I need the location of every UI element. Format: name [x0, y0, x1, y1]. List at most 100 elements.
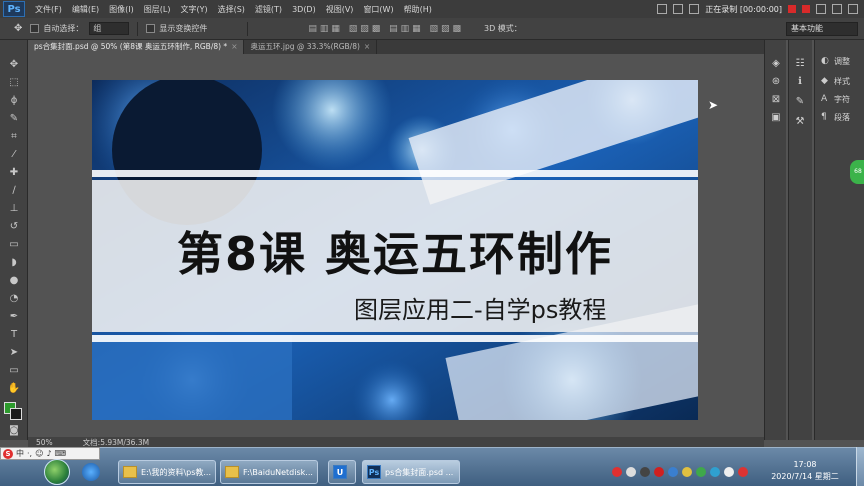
channels-icon[interactable]: ⊛ [770, 76, 782, 88]
panel-adjust[interactable]: ◐ 调整 [821, 56, 850, 67]
paths-icon[interactable]: ⊠ [770, 94, 782, 106]
zoom-level[interactable]: 50% [36, 438, 53, 447]
tab-label: ps合集封面.psd @ 50% (第8课 奥运五环制作, RGB/8) * [34, 42, 228, 51]
panel-paragraph[interactable]: ¶ 段落 [821, 112, 850, 123]
move-tool-icon[interactable]: ✥ [7, 58, 21, 72]
network-icon[interactable] [626, 467, 636, 477]
stop-tray-icon[interactable] [654, 467, 664, 477]
panel-styles[interactable]: ◆ 样式 [821, 76, 850, 87]
volume-icon[interactable] [724, 467, 734, 477]
pen-icon[interactable] [832, 4, 842, 14]
status-bar: 50% 文档:5.93M/36.3M [28, 437, 764, 447]
taskbar-item-photoshop[interactable]: Ps ps合集封面.psd ... [362, 460, 460, 484]
taskbar-item-explorer-2[interactable]: F:\BaiduNetdisk... [220, 460, 318, 484]
tab-ps-cover[interactable]: ps合集封面.psd @ 50% (第8课 奥运五环制作, RGB/8) * × [28, 40, 245, 54]
blur-tool-icon[interactable]: ● [7, 274, 21, 288]
menu-select[interactable]: 选择(S) [218, 4, 245, 15]
properties-icon[interactable]: ☷ [794, 58, 806, 70]
recording-status: 正在录制 [00:00:00] [705, 4, 782, 14]
clock[interactable]: 17:08 2020/7/14 星期二 [760, 459, 850, 485]
flag-icon[interactable] [682, 467, 692, 477]
crop-tool-icon[interactable]: ⌗ [7, 130, 21, 144]
settings-icon[interactable] [848, 4, 858, 14]
taskbar-item-app[interactable]: U [328, 460, 356, 484]
doc-size[interactable]: 文档:5.93M/36.3M [83, 437, 149, 448]
hand-tool-icon[interactable]: ✋ [7, 382, 21, 396]
close-icon[interactable] [689, 4, 700, 14]
ime-language[interactable]: 中 [16, 448, 24, 459]
menu-3d[interactable]: 3D(D) [292, 5, 316, 14]
sogou-tray-icon[interactable] [612, 467, 622, 477]
security-icon[interactable] [696, 467, 706, 477]
ime-bar[interactable]: S 中 ·, ☺ ♪ ⌨ [0, 447, 100, 460]
clone-stamp-icon[interactable]: ⊥ [7, 202, 21, 216]
brush-preset-icon[interactable]: ✎ [794, 96, 806, 108]
eyedropper-icon[interactable]: ⁄ [7, 148, 21, 162]
info-icon[interactable]: ℹ [794, 76, 806, 88]
update-icon[interactable] [738, 467, 748, 477]
pen-tool-icon[interactable]: ✒ [7, 310, 21, 324]
dodge-tool-icon[interactable]: ◔ [7, 292, 21, 306]
eraser-icon[interactable]: ▭ [7, 238, 21, 252]
shape-tool-icon[interactable]: ▭ [7, 364, 21, 378]
show-transform-checkbox[interactable] [146, 24, 156, 33]
menu-help[interactable]: 帮助(H) [404, 4, 432, 15]
show-transform-label: 显示变换控件 [159, 24, 208, 33]
quick-mask-icon[interactable]: ◙ [7, 424, 21, 438]
recorder-bar: 正在录制 [00:00:00] [657, 0, 864, 18]
record-icon[interactable] [640, 467, 650, 477]
mic-icon[interactable]: ♪ [46, 449, 51, 458]
close-icon[interactable]: × [231, 42, 237, 51]
camera-icon[interactable] [816, 4, 826, 14]
tool-preset-icon[interactable]: ⚒ [794, 116, 806, 128]
taskbar-item-explorer-1[interactable]: E:\我的资料\ps教... [118, 460, 216, 484]
paint-bucket-icon[interactable]: ◗ [7, 256, 21, 270]
panel-character[interactable]: A 字符 [821, 94, 850, 105]
smiley-icon[interactable]: ☺ [35, 449, 43, 458]
menu-window[interactable]: 窗口(W) [363, 4, 393, 15]
pause-icon[interactable] [788, 5, 796, 13]
auto-select-dropdown[interactable]: 组 [89, 22, 130, 35]
align-icons[interactable]: ▤▥▦ ▧▨▩ ▤▥▦ ▧▨▩ [308, 24, 464, 34]
document-canvas[interactable]: 第8课 奥运五环制作 图层应用二-自学ps教程 [92, 80, 698, 420]
taskbar-item-label: E:\我的资料\ps教... [141, 467, 212, 477]
menu-view[interactable]: 视图(V) [326, 4, 354, 15]
history-icon[interactable]: ▣ [770, 112, 782, 124]
taskbar-item-label: F:\BaiduNetdisk... [243, 467, 313, 477]
layers-icon[interactable]: ◈ [770, 58, 782, 70]
panel-label: 样式 [834, 77, 850, 86]
ie-icon[interactable] [82, 463, 100, 481]
minimize-icon[interactable] [657, 4, 668, 14]
restore-icon[interactable] [673, 4, 684, 14]
start-button[interactable] [44, 459, 70, 485]
type-tool-icon[interactable]: T [7, 328, 21, 342]
menu-filter[interactable]: 滤镜(T) [255, 4, 282, 15]
cloud-icon[interactable] [668, 467, 678, 477]
path-select-icon[interactable]: ➤ [7, 346, 21, 360]
menu-image[interactable]: 图像(I) [109, 4, 134, 15]
menu-file[interactable]: 文件(F) [35, 4, 62, 15]
healing-brush-icon[interactable]: ✚ [7, 166, 21, 180]
move-tool-icon[interactable]: ✥ [14, 23, 22, 34]
quick-select-icon[interactable]: ✎ [7, 112, 21, 126]
background-color-swatch[interactable] [10, 408, 22, 420]
workspace-dropdown[interactable]: 基本功能 [786, 22, 858, 36]
lasso-tool-icon[interactable]: ϕ [7, 94, 21, 108]
punctuation-icon[interactable]: ·, [27, 449, 32, 458]
brush-tool-icon[interactable]: ∕ [7, 184, 21, 198]
stop-icon[interactable] [802, 5, 810, 13]
floating-badge[interactable]: 68 [850, 160, 864, 184]
history-brush-icon[interactable]: ↺ [7, 220, 21, 234]
menu-layer[interactable]: 图层(L) [144, 4, 171, 15]
qq-icon[interactable] [710, 467, 720, 477]
divider [247, 21, 249, 36]
menu-edit[interactable]: 编辑(E) [72, 4, 99, 15]
marquee-tool-icon[interactable]: ⬚ [7, 76, 21, 90]
folder-icon [225, 466, 239, 478]
tab-olympic-rings[interactable]: 奥运五环.jpg @ 33.3%(RGB/8) × [244, 40, 378, 54]
keyboard-icon[interactable]: ⌨ [55, 449, 67, 458]
close-icon[interactable]: × [364, 42, 370, 51]
show-desktop-button[interactable] [856, 447, 864, 486]
auto-select-checkbox[interactable] [30, 24, 40, 33]
menu-type[interactable]: 文字(Y) [180, 4, 207, 15]
